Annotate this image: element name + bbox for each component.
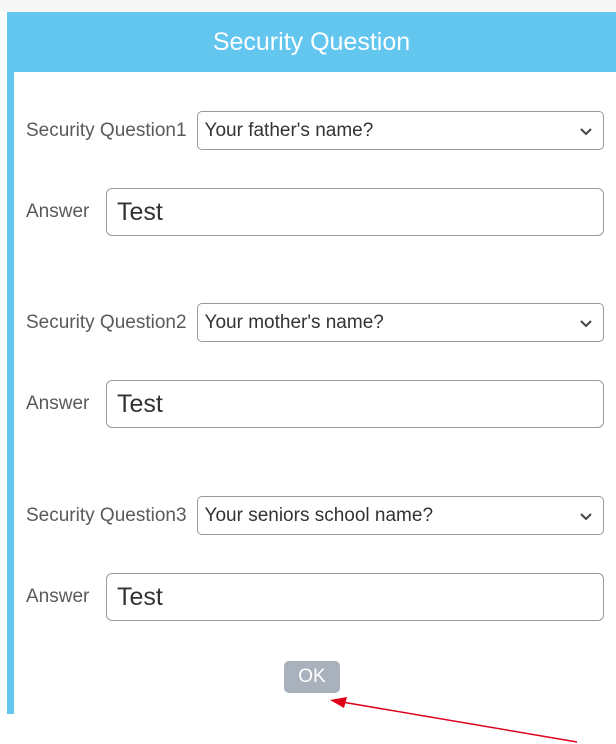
- security-question-1-value: Your father's name?: [204, 119, 374, 141]
- answer-row-3: Answer Test: [26, 573, 604, 621]
- answer-row-2: Answer Test: [26, 380, 604, 428]
- security-question-3-select[interactable]: Your seniors school name?: [196, 496, 604, 535]
- security-question-2-select[interactable]: Your mother's name?: [196, 303, 604, 342]
- answer-2-label: Answer: [26, 393, 90, 414]
- chevron-down-icon: [580, 127, 592, 135]
- answer-1-label: Answer: [26, 201, 90, 222]
- answer-3-label: Answer: [26, 586, 90, 607]
- answer-1-input[interactable]: Test: [106, 188, 604, 236]
- dialog-title: Security Question: [7, 12, 616, 72]
- question-row-2: Security Question2 Your mother's name?: [26, 303, 604, 342]
- answer-row-1: Answer Test: [26, 188, 604, 236]
- security-question-3-label: Security Question3: [26, 504, 187, 526]
- question-row-3: Security Question3 Your seniors school n…: [26, 496, 604, 535]
- chevron-down-icon: [580, 512, 592, 520]
- question-row-1: Security Question1 Your father's name?: [26, 111, 604, 150]
- security-question-1-label: Security Question1: [26, 119, 187, 141]
- top-strip: [0, 0, 616, 12]
- ok-button[interactable]: OK: [284, 661, 340, 693]
- security-question-2-label: Security Question2: [26, 311, 187, 333]
- security-question-1-select[interactable]: Your father's name?: [196, 111, 604, 150]
- security-question-3-value: Your seniors school name?: [204, 504, 434, 526]
- answer-3-input[interactable]: Test: [106, 573, 604, 621]
- answer-2-input[interactable]: Test: [106, 380, 604, 428]
- security-question-2-value: Your mother's name?: [204, 311, 384, 333]
- chevron-down-icon: [580, 319, 592, 327]
- page: Security Question Security Question1 You…: [0, 0, 616, 744]
